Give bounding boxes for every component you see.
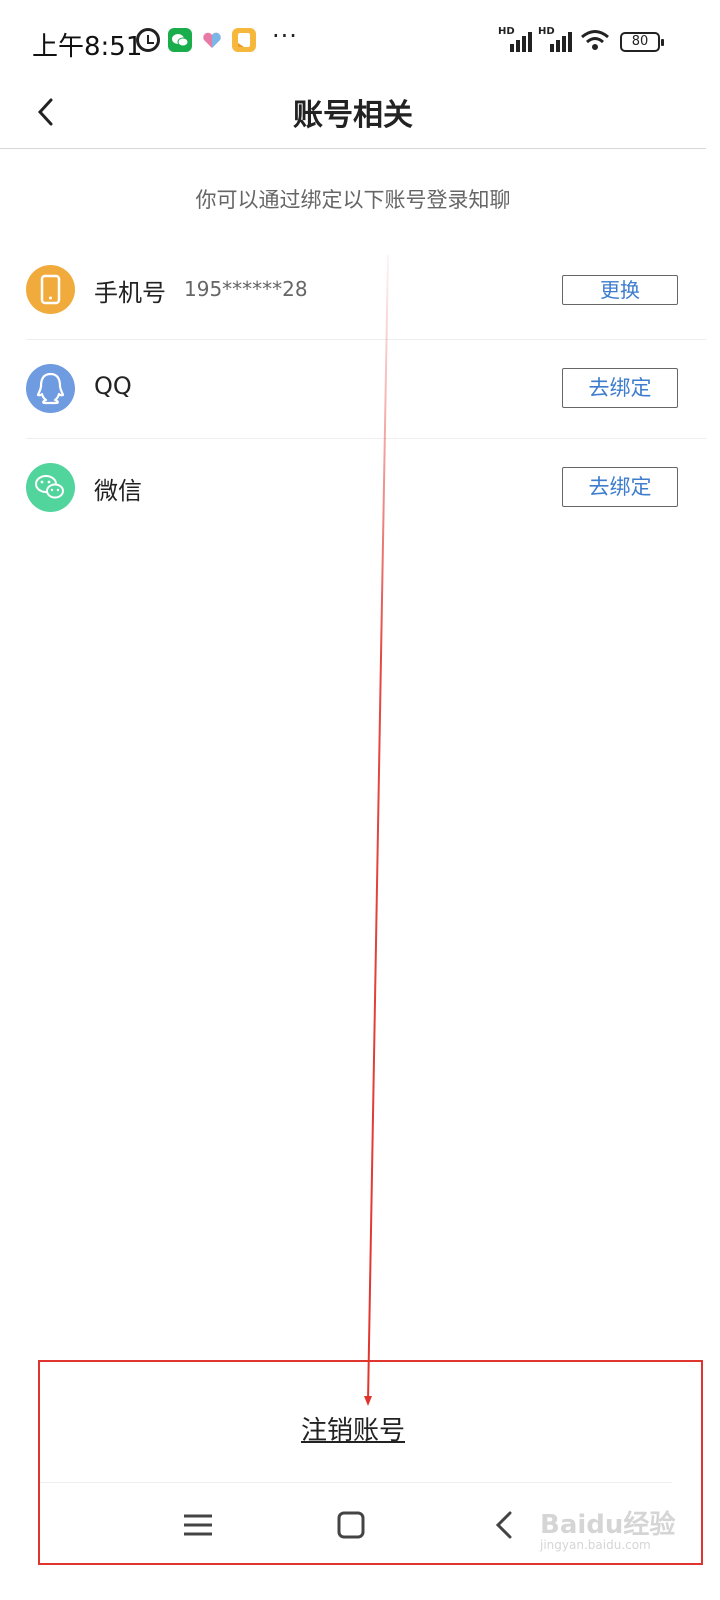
home-square-icon (337, 1511, 365, 1539)
watermark-url: jingyan.baidu.com (540, 1538, 651, 1552)
system-menu-button[interactable] (178, 1505, 218, 1545)
system-home-button[interactable] (331, 1505, 371, 1545)
footer-divider (40, 1482, 672, 1483)
back-chevron-icon (495, 1511, 512, 1539)
baidu-jingyan-watermark: Baidu经验 jingyan.baidu.com (540, 1500, 680, 1560)
system-back-button[interactable] (484, 1505, 524, 1545)
cancel-account-link[interactable]: 注销账号 (0, 1410, 706, 1447)
menu-icon (184, 1514, 212, 1536)
watermark-text: Baidu经验 (540, 1510, 676, 1540)
